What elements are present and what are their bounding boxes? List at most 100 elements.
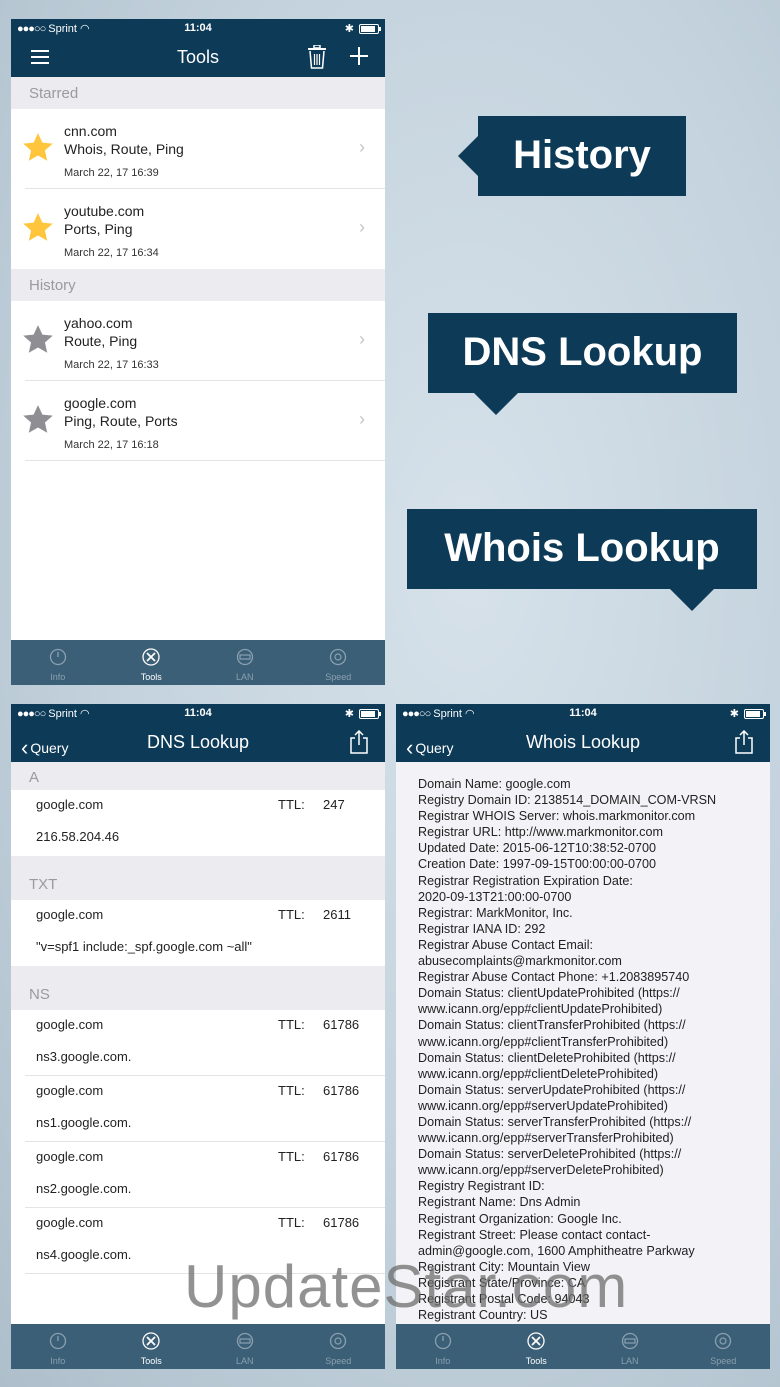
- whois-line: Domain Status: clientUpdateProhibited (h…: [418, 986, 680, 1001]
- speedometer-icon: [715, 1332, 732, 1350]
- whois-line: Updated Date: 2015-06-12T10:38:52-0700: [418, 841, 657, 856]
- add-icon[interactable]: [349, 45, 369, 72]
- tools-icon: [142, 1332, 160, 1350]
- chevron-right-icon: ›: [359, 137, 365, 157]
- tab-bar: Info Tools LAN Speed: [11, 1324, 385, 1369]
- page-title: Tools: [176, 47, 220, 67]
- divider: [25, 460, 385, 461]
- tools-screen: ●●●○○ Sprint ◠ 11:04 ✱ Tools Starred cnn.…: [11, 19, 385, 685]
- battery-icon: [359, 24, 381, 34]
- tab-tools[interactable]: Tools: [105, 1324, 199, 1369]
- page-title: DNS Lookup: [146, 732, 250, 752]
- tab-speed[interactable]: Speed: [292, 640, 386, 685]
- ttl-label: TTL:: [278, 1149, 305, 1164]
- dns-callout-label: DNS Lookup: [462, 330, 703, 374]
- whois-line: Registrant Organization: Google Inc.: [418, 1211, 622, 1226]
- ttl-value: 61786: [323, 1215, 360, 1230]
- ttl-value: 61786: [323, 1149, 360, 1164]
- whois-line: Creation Date: 1997-09-15T00:00:00-0700: [418, 857, 657, 872]
- status-bar: ●●●○○ Sprint ◠ 11:04 ✱: [11, 19, 385, 39]
- tab-bar: Info Tools LAN Speed: [11, 640, 385, 685]
- star-icon[interactable]: [21, 211, 55, 250]
- battery-icon: [359, 709, 381, 719]
- whois-line: Domain Name: google.com: [418, 777, 571, 791]
- whois-line: www.icann.org/epp#serverUpdateProhibited…: [418, 1098, 668, 1113]
- tab-label: Tools: [525, 1356, 547, 1366]
- whois-line: Registrar Abuse Contact Phone: +1.208389…: [418, 970, 690, 985]
- tab-tools[interactable]: Tools: [105, 640, 199, 685]
- tab-lan[interactable]: LAN: [198, 640, 292, 685]
- tab-label: Tools: [140, 1356, 162, 1366]
- ttl-value: 61786: [323, 1017, 360, 1032]
- share-icon[interactable]: [734, 729, 754, 759]
- speedometer-icon: [330, 1332, 347, 1350]
- tools-icon: [527, 1332, 545, 1350]
- row-host: google.com: [64, 395, 137, 411]
- whois-line: Registrant Street: Please contact contac…: [418, 1227, 651, 1242]
- tab-speed[interactable]: Speed: [677, 1324, 771, 1369]
- whois-line: Registrar IANA ID: 292: [418, 921, 546, 936]
- list-item[interactable]: cnn.com Whois, Route, Ping March 22, 17 …: [11, 109, 385, 189]
- whois-callout-label: Whois Lookup: [444, 526, 720, 570]
- router-icon: [236, 648, 253, 666]
- watermark: UpdateStar.com: [184, 1253, 629, 1320]
- tab-tools[interactable]: Tools: [490, 1324, 584, 1369]
- tab-info[interactable]: Info: [11, 1324, 105, 1369]
- record-host: google.com: [36, 1149, 104, 1164]
- share-icon[interactable]: [349, 729, 369, 759]
- star-icon[interactable]: [21, 131, 55, 170]
- list-item[interactable]: yahoo.com Route, Ping March 22, 17 16:33…: [11, 301, 385, 381]
- list-item[interactable]: youtube.com Ports, Ping March 22, 17 16:…: [11, 189, 385, 269]
- whois-line: www.icann.org/epp#serverDeleteProhibited…: [418, 1163, 664, 1178]
- whois-line: www.icann.org/epp#clientDeleteProhibited…: [418, 1066, 659, 1081]
- record-value: ns1.google.com.: [36, 1115, 132, 1130]
- dns-lookup-callout: DNS Lookup: [428, 313, 737, 415]
- record-value: 216.58.204.46: [36, 829, 120, 844]
- history-section-header: History: [11, 269, 385, 301]
- whois-line: Registrar: MarkMonitor, Inc.: [418, 905, 573, 920]
- nav-bar: Tools: [11, 39, 385, 77]
- whois-line: Domain Status: serverTransferProhibited …: [418, 1114, 692, 1129]
- star-icon[interactable]: [21, 403, 55, 442]
- router-icon: [621, 1332, 638, 1350]
- dns-record: google.com TTL: 61786 ns2.google.com.: [11, 1142, 385, 1208]
- chevron-right-icon: ›: [359, 409, 365, 429]
- bluetooth-icon: ✱: [344, 23, 354, 35]
- row-date: March 22, 17 16:18: [64, 439, 159, 451]
- tab-lan[interactable]: LAN: [198, 1324, 292, 1369]
- whois-text: Domain Name: google.com Registry Domain I…: [418, 776, 758, 1323]
- chevron-right-icon: ›: [359, 329, 365, 349]
- tab-info[interactable]: Info: [396, 1324, 490, 1369]
- whois-line: Registry Domain ID: 2138514_DOMAIN_COM-V…: [418, 793, 717, 808]
- dns-record: google.com TTL: 61786 ns1.google.com.: [11, 1076, 385, 1142]
- row-host: youtube.com: [64, 203, 145, 219]
- row-tools: Whois, Route, Ping: [64, 141, 184, 157]
- star-icon[interactable]: [21, 323, 55, 362]
- tab-lan[interactable]: LAN: [583, 1324, 677, 1369]
- whois-line: Registrar Abuse Contact Email:: [418, 937, 593, 952]
- whois-line: Domain Status: clientTransferProhibited …: [418, 1018, 686, 1033]
- row-tools: Ping, Route, Ports: [64, 413, 178, 429]
- tab-label: Speed: [710, 1356, 737, 1366]
- ttl-label: TTL:: [278, 1083, 305, 1098]
- gauge-icon: [49, 1332, 66, 1350]
- dns-record: google.com TTL: 2611 "v=spf1 include:_sp…: [11, 900, 385, 966]
- tab-info[interactable]: Info: [11, 640, 105, 685]
- row-host: cnn.com: [64, 123, 117, 139]
- status-time: 11:04: [569, 707, 597, 719]
- speedometer-icon: [330, 648, 347, 666]
- whois-results: Domain Name: google.com Registry Domain I…: [396, 762, 770, 1324]
- dns-record: google.com TTL: 247 216.58.204.46: [11, 790, 385, 856]
- row-tools: Route, Ping: [64, 333, 138, 349]
- history-callout: History: [458, 116, 686, 196]
- record-host: google.com: [36, 797, 104, 812]
- ttl-value: 61786: [323, 1083, 360, 1098]
- whois-line: Registrant Name: Dns Admin: [418, 1195, 581, 1210]
- ttl-label: TTL:: [278, 797, 305, 812]
- row-host: yahoo.com: [64, 315, 133, 331]
- whois-line: Registrar WHOIS Server: whois.markmonito…: [418, 809, 696, 824]
- tab-speed[interactable]: Speed: [292, 1324, 386, 1369]
- trash-icon[interactable]: [307, 44, 327, 74]
- list-item[interactable]: google.com Ping, Route, Ports March 22, …: [11, 381, 385, 461]
- whois-line: Registry Registrant ID:: [418, 1179, 545, 1194]
